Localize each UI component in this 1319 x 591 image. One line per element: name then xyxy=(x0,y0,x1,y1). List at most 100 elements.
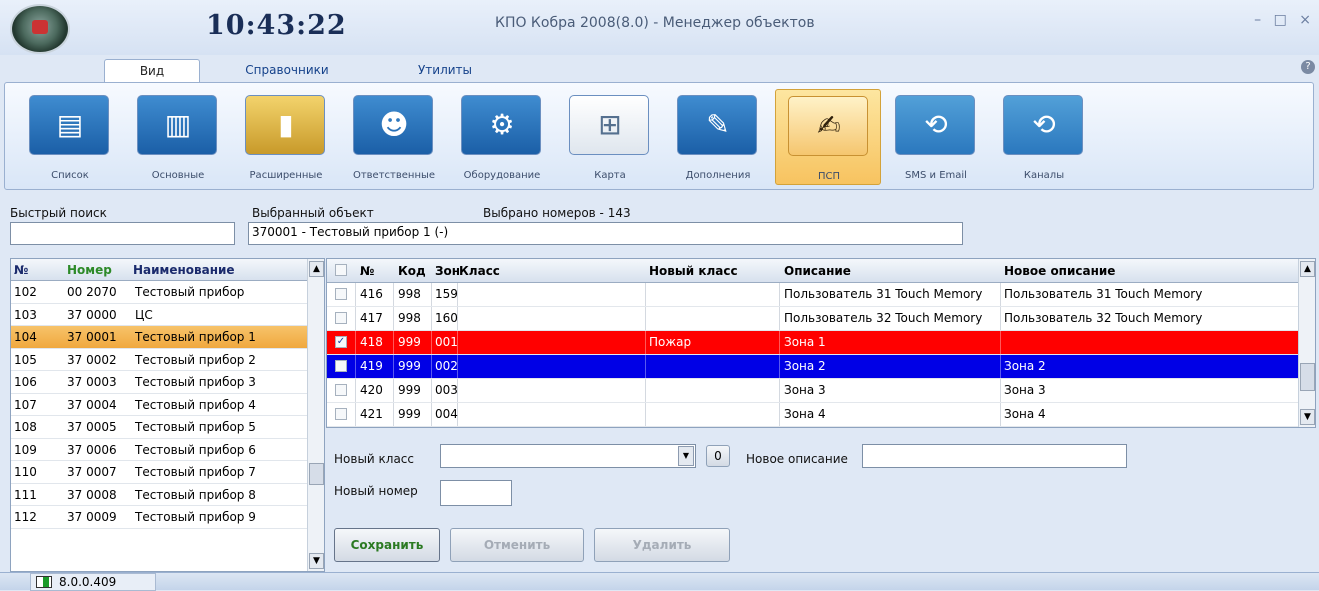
zone-row-checkbox[interactable] xyxy=(335,288,347,300)
new-class-label: Новый класс xyxy=(334,452,414,466)
object-number-cell: 37 0003 xyxy=(67,375,117,389)
col-zone-header[interactable]: Зона xyxy=(435,264,459,278)
object-number-cell: 37 0005 xyxy=(67,420,117,434)
object-row[interactable]: 111 37 0008 Тестовый прибор 8 xyxy=(11,484,324,506)
object-row[interactable]: 110 37 0007 Тестовый прибор 7 xyxy=(11,461,324,484)
object-list-scrollbar[interactable]: ▲ ▼ xyxy=(307,259,324,571)
ribbon-main-button[interactable]: ▥ Основные xyxy=(125,89,231,185)
zone-row[interactable]: ✓ 418 999 001 Пожар Зона 1 xyxy=(327,331,1301,355)
chevron-down-icon[interactable]: ▼ xyxy=(678,446,694,466)
clock: 10:43:22 xyxy=(206,10,347,41)
minimize-icon[interactable]: – xyxy=(1254,12,1261,28)
window-controls: – □ × xyxy=(1246,12,1311,28)
zone-row[interactable]: 417 998 160 Пользователь 32 Touch Memory Пол… xyxy=(327,307,1301,331)
object-list-header: № Номер Наименование xyxy=(11,259,324,281)
scroll-thumb[interactable] xyxy=(1300,363,1315,391)
scroll-thumb[interactable] xyxy=(309,463,324,485)
zone-row-checkbox[interactable] xyxy=(335,312,347,324)
ribbon-additions-button[interactable]: ✎ Дополнения xyxy=(665,89,771,185)
cancel-button[interactable]: Отменить xyxy=(450,528,584,562)
object-row[interactable]: 103 37 0000 ЦС xyxy=(11,304,324,326)
col-new-class-header[interactable]: Новый класс xyxy=(649,264,738,278)
zone-zone-cell: 004 xyxy=(435,407,458,421)
scroll-down-icon[interactable]: ▼ xyxy=(309,553,324,569)
new-number-input[interactable] xyxy=(440,480,512,506)
object-row[interactable]: 108 37 0005 Тестовый прибор 5 xyxy=(11,416,324,439)
col-new-description-header[interactable]: Новое описание xyxy=(1004,264,1115,278)
new-class-select[interactable] xyxy=(440,444,696,468)
new-description-input[interactable] xyxy=(862,444,1127,468)
ribbon-sms-email-button[interactable]: ⟲ SMS и Email xyxy=(883,89,989,185)
ribbon-channels-button[interactable]: ⟲ Каналы xyxy=(991,89,1097,185)
sms-icon: ⟲ xyxy=(895,95,975,155)
reset-class-button[interactable]: 0 xyxy=(706,445,730,467)
zone-row-checkbox[interactable] xyxy=(335,384,347,396)
zone-no-cell: 416 xyxy=(360,287,383,301)
object-name-cell: Тестовый прибор xyxy=(135,285,245,299)
object-no-cell: 106 xyxy=(14,375,37,389)
object-row[interactable]: 102 00 2070 Тестовый прибор xyxy=(11,281,324,304)
zone-code-cell: 999 xyxy=(398,359,421,373)
edit-form: Новый класс ▼ 0 Новое описание Новый ном… xyxy=(326,430,1316,572)
scroll-up-icon[interactable]: ▲ xyxy=(1300,261,1315,277)
zone-row-checkbox[interactable] xyxy=(335,360,347,372)
window-title: КПО Кобра 2008(8.0) - Менеджер объектов xyxy=(495,15,815,31)
ribbon-equipment-button[interactable]: ⚙ Оборудование xyxy=(449,89,555,185)
zone-new-description-cell: Зона 3 xyxy=(1004,383,1046,397)
object-no-cell: 105 xyxy=(14,352,37,367)
zone-row[interactable]: 421 999 004 Зона 4 Зона 4 xyxy=(327,403,1301,427)
app-logo[interactable] xyxy=(10,4,70,54)
col-no-header[interactable]: № xyxy=(360,264,374,278)
tab-view[interactable]: Вид xyxy=(104,59,200,82)
search-row: Быстрый поиск Выбранный объект Выбрано н… xyxy=(0,192,1319,252)
save-button[interactable]: Сохранить xyxy=(334,528,440,562)
tab-utilities[interactable]: Утилиты xyxy=(410,59,480,82)
select-all-checkbox[interactable] xyxy=(335,264,347,276)
list-icon: ▤ xyxy=(29,95,109,155)
object-row[interactable]: 112 37 0009 Тестовый прибор 9 xyxy=(11,506,324,529)
quick-search-label: Быстрый поиск xyxy=(10,206,107,220)
object-row[interactable]: 107 37 0004 Тестовый прибор 4 xyxy=(11,394,324,416)
zone-description-cell: Зона 4 xyxy=(784,407,826,421)
window-icon: ▥ xyxy=(137,95,217,155)
zone-row-checkbox[interactable] xyxy=(335,408,347,420)
col-no-header[interactable]: № xyxy=(14,263,28,277)
col-class-header[interactable]: Класс xyxy=(459,264,500,278)
quick-search-input[interactable] xyxy=(10,222,235,245)
object-row[interactable]: 106 37 0003 Тестовый прибор 3 xyxy=(11,371,324,394)
object-name-cell: Тестовый прибор 5 xyxy=(135,420,256,434)
col-description-header[interactable]: Описание xyxy=(784,264,851,278)
col-code-header[interactable]: Код xyxy=(398,264,426,278)
ribbon-psp-button[interactable]: ✍ ПСП xyxy=(775,89,881,185)
object-number-cell: 37 0002 xyxy=(67,352,117,367)
zone-row[interactable]: 420 999 003 Зона 3 Зона 3 xyxy=(327,379,1301,403)
help-icon[interactable]: ? xyxy=(1301,60,1315,74)
close-icon[interactable]: × xyxy=(1299,12,1311,28)
col-name-header[interactable]: Наименование xyxy=(133,263,235,277)
ribbon-responsible-button[interactable]: ☻ Ответственные xyxy=(341,89,447,185)
zone-row[interactable]: 416 998 159 Пользователь 31 Touch Memory Пол… xyxy=(327,283,1301,307)
delete-button[interactable]: Удалить xyxy=(594,528,730,562)
maximize-icon[interactable]: □ xyxy=(1274,12,1287,28)
zone-row[interactable]: 419 999 002 Зона 2 Зона 2 xyxy=(327,355,1301,379)
zones-grid-scrollbar[interactable]: ▲ ▼ xyxy=(1298,259,1315,427)
scroll-down-icon[interactable]: ▼ xyxy=(1300,409,1315,425)
map-icon: ⊞ xyxy=(569,95,649,155)
tab-reference[interactable]: Справочники xyxy=(232,59,342,82)
zone-code-cell: 998 xyxy=(398,311,421,325)
col-number-header[interactable]: Номер xyxy=(67,263,112,277)
zone-description-cell: Зона 3 xyxy=(784,383,826,397)
object-row[interactable]: 109 37 0006 Тестовый прибор 6 xyxy=(11,439,324,461)
zone-code-cell: 999 xyxy=(398,407,421,421)
zone-no-cell: 421 xyxy=(360,407,383,421)
zone-row-checkbox[interactable]: ✓ xyxy=(335,336,347,348)
object-number-cell: 37 0006 xyxy=(67,442,117,457)
ribbon-map-button[interactable]: ⊞ Карта xyxy=(557,89,663,185)
object-row[interactable]: 105 37 0002 Тестовый прибор 2 xyxy=(11,349,324,371)
zone-description-cell: Пользователь 31 Touch Memory xyxy=(784,287,983,301)
ribbon-extended-button[interactable]: ▮ Расширенные xyxy=(233,89,339,185)
ribbon-list-button[interactable]: ▤ Список xyxy=(17,89,123,185)
object-row[interactable]: 104 37 0001 Тестовый прибор 1 xyxy=(11,326,324,349)
object-name-cell: Тестовый прибор 4 xyxy=(135,397,256,412)
scroll-up-icon[interactable]: ▲ xyxy=(309,261,324,277)
